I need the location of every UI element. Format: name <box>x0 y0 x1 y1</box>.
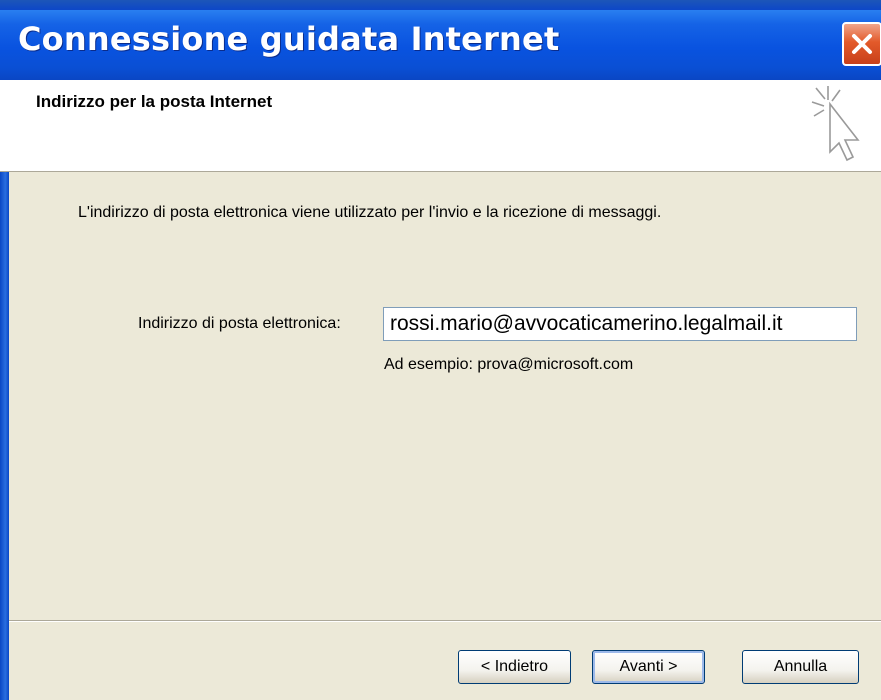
wizard-window: Connessione guidata Internet Indirizzo p… <box>0 0 881 700</box>
window-title: Connessione guidata Internet <box>18 20 560 58</box>
wizard-cursor-icon <box>811 86 860 162</box>
email-label: Indirizzo di posta elettronica: <box>138 315 341 332</box>
next-button[interactable]: Avanti > <box>592 650 705 684</box>
wizard-header: Indirizzo per la posta Internet <box>0 80 881 172</box>
title-bar-top-strip <box>0 0 881 10</box>
footer-separator <box>9 620 881 622</box>
close-icon <box>852 34 872 54</box>
title-bar[interactable]: Connessione guidata Internet <box>0 0 881 80</box>
close-button[interactable] <box>842 22 881 66</box>
description-text: L'indirizzo di posta elettronica viene u… <box>78 204 662 221</box>
window-left-border <box>0 80 9 700</box>
back-button[interactable]: < Indietro <box>458 650 571 684</box>
email-example-hint: Ad esempio: prova@microsoft.com <box>384 356 634 373</box>
cancel-button[interactable]: Annulla <box>742 650 859 684</box>
email-field[interactable] <box>383 307 857 341</box>
page-title: Indirizzo per la posta Internet <box>36 92 273 111</box>
